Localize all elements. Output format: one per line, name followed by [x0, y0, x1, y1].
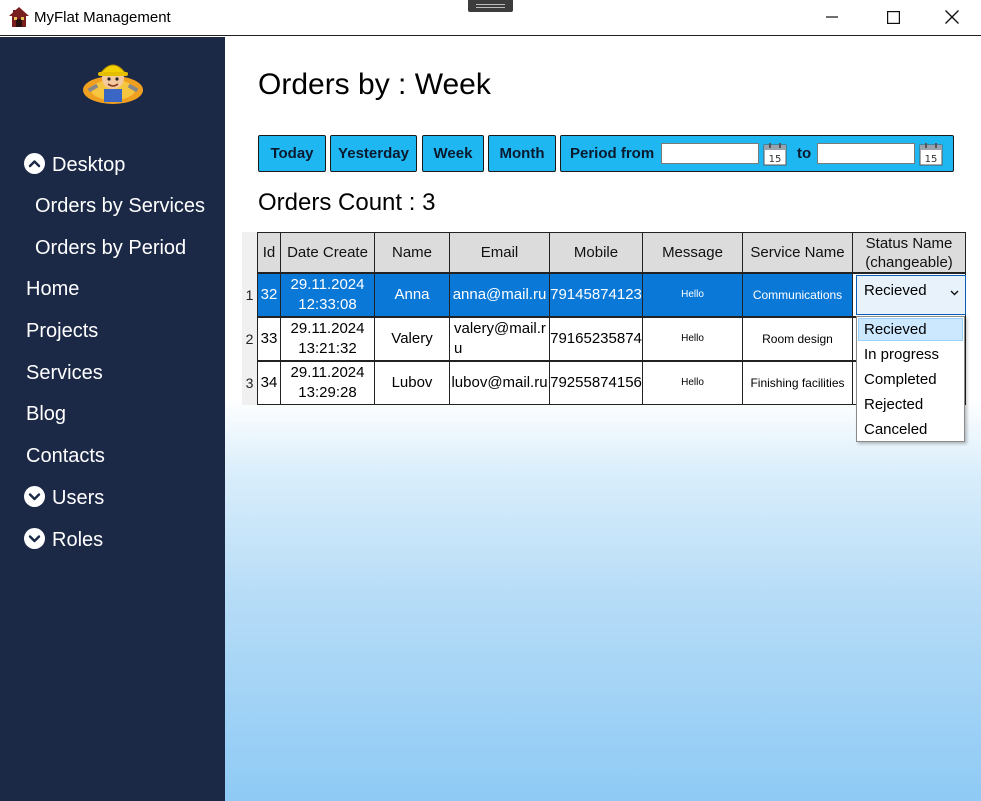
status-combobox[interactable]: Recieved: [856, 275, 966, 315]
chevron-down-icon: [950, 290, 959, 296]
calendar-icon-text: 15: [925, 154, 938, 165]
cell-message[interactable]: Hello: [642, 361, 743, 405]
cell-service[interactable]: Communications: [742, 273, 853, 317]
title-bar: MyFlat Management: [0, 0, 981, 36]
cell-email[interactable]: anna@mail.ru: [449, 273, 550, 317]
sidebar-item-label: Roles: [52, 529, 104, 551]
column-header[interactable]: Id: [257, 232, 281, 273]
sidebar-item-label: Home: [26, 278, 80, 300]
cell-id[interactable]: 34: [257, 361, 281, 405]
close-button[interactable]: [929, 0, 975, 34]
chevron-up-circle-icon: [24, 153, 45, 174]
orders-count: Orders Count : 3: [258, 189, 436, 216]
drag-handle[interactable]: [468, 0, 513, 12]
calendar-icon-text: 15: [769, 154, 782, 165]
sidebar: Desktop Orders by Services Orders by Per…: [0, 37, 225, 801]
sidebar-item-blog[interactable]: Blog: [26, 403, 66, 426]
builder-mascot-logo: [83, 64, 143, 104]
sidebar-item-desktop[interactable]: Desktop: [24, 153, 125, 177]
row-number[interactable]: 1: [242, 273, 257, 317]
page-title: Orders by : Week: [258, 68, 491, 101]
cell-service[interactable]: Room design: [742, 317, 853, 361]
maximize-icon: [886, 10, 900, 24]
sidebar-item-label: Services: [26, 362, 103, 384]
cell-name[interactable]: Anna: [374, 273, 450, 317]
sidebar-item-label: Blog: [26, 403, 67, 425]
sidebar-item-orders-by-period[interactable]: Orders by Period: [35, 237, 186, 260]
grid-corner: [242, 232, 257, 273]
sidebar-item-home[interactable]: Home: [26, 278, 79, 301]
column-header[interactable]: Mobile: [549, 232, 643, 273]
column-header[interactable]: Date Create: [280, 232, 375, 273]
minimize-icon: [826, 16, 838, 18]
month-button[interactable]: Month: [488, 135, 556, 172]
period-to-label: to: [797, 145, 812, 162]
status-option[interactable]: Canceled: [858, 418, 963, 441]
sidebar-item-label: Orders by Services: [35, 195, 206, 217]
period-from-label: Period from: [570, 145, 655, 162]
status-option[interactable]: Completed: [858, 368, 963, 391]
column-header[interactable]: Message: [642, 232, 743, 273]
column-header[interactable]: Service Name: [742, 232, 853, 273]
sidebar-item-label: Users: [52, 487, 105, 509]
sidebar-item-roles[interactable]: Roles: [24, 528, 103, 552]
cell-mobile[interactable]: 79165235874: [549, 317, 643, 361]
cell-date[interactable]: 29.11.2024 13:29:28: [280, 361, 375, 405]
sidebar-item-users[interactable]: Users: [24, 486, 104, 510]
sidebar-item-label: Orders by Period: [35, 237, 187, 259]
cell-date[interactable]: 29.11.2024 13:21:32: [280, 317, 375, 361]
cell-name[interactable]: Lubov: [374, 361, 450, 405]
cell-message[interactable]: Hello: [642, 273, 743, 317]
cell-id[interactable]: 32: [257, 273, 281, 317]
sidebar-item-label: Contacts: [26, 445, 105, 467]
sidebar-item-contacts[interactable]: Contacts: [26, 445, 105, 468]
row-number[interactable]: 2: [242, 317, 257, 361]
cell-service[interactable]: Finishing facilities: [742, 361, 853, 405]
period-range: Period from 15 to 15: [560, 135, 954, 172]
chevron-down-circle-icon: [24, 528, 45, 549]
cell-mobile[interactable]: 79255874156: [549, 361, 643, 405]
sidebar-item-projects[interactable]: Projects: [26, 320, 98, 343]
cell-message[interactable]: Hello: [642, 317, 743, 361]
minimize-button[interactable]: [809, 0, 855, 34]
calendar-icon[interactable]: 15: [919, 142, 943, 166]
house-icon: [9, 7, 29, 27]
period-from-input[interactable]: [661, 143, 759, 164]
status-option[interactable]: Rejected: [858, 393, 963, 416]
cell-id[interactable]: 33: [257, 317, 281, 361]
status-dropdown-list: Recieved In progress Completed Rejected …: [856, 316, 965, 442]
calendar-icon[interactable]: 15: [763, 142, 787, 166]
cell-mobile[interactable]: 79145874123: [549, 273, 643, 317]
cell-name[interactable]: Valery: [374, 317, 450, 361]
cell-email[interactable]: lubov@mail.ru: [449, 361, 550, 405]
sidebar-item-label: Desktop: [52, 154, 126, 176]
column-header[interactable]: Status Name (changeable): [852, 232, 966, 273]
status-combobox-value: Recieved: [864, 282, 927, 299]
week-button[interactable]: Week: [422, 135, 484, 172]
today-button[interactable]: Today: [258, 135, 326, 172]
column-header[interactable]: Email: [449, 232, 550, 273]
cell-date[interactable]: 29.11.2024 12:33:08: [280, 273, 375, 317]
yesterday-button[interactable]: Yesterday: [330, 135, 417, 172]
window-title: MyFlat Management: [34, 9, 171, 26]
maximize-button[interactable]: [870, 0, 916, 34]
status-option[interactable]: Recieved: [858, 318, 963, 341]
period-to-input[interactable]: [817, 143, 915, 164]
sidebar-item-orders-by-services[interactable]: Orders by Services: [35, 195, 205, 218]
close-icon: [945, 10, 959, 24]
sidebar-item-label: Projects: [26, 320, 99, 342]
column-header[interactable]: Name: [374, 232, 450, 273]
row-number[interactable]: 3: [242, 361, 257, 405]
status-option[interactable]: In progress: [858, 343, 963, 366]
cell-email[interactable]: valery@mail.ru: [449, 317, 550, 361]
chevron-down-circle-icon: [24, 486, 45, 507]
sidebar-item-services[interactable]: Services: [26, 362, 103, 385]
